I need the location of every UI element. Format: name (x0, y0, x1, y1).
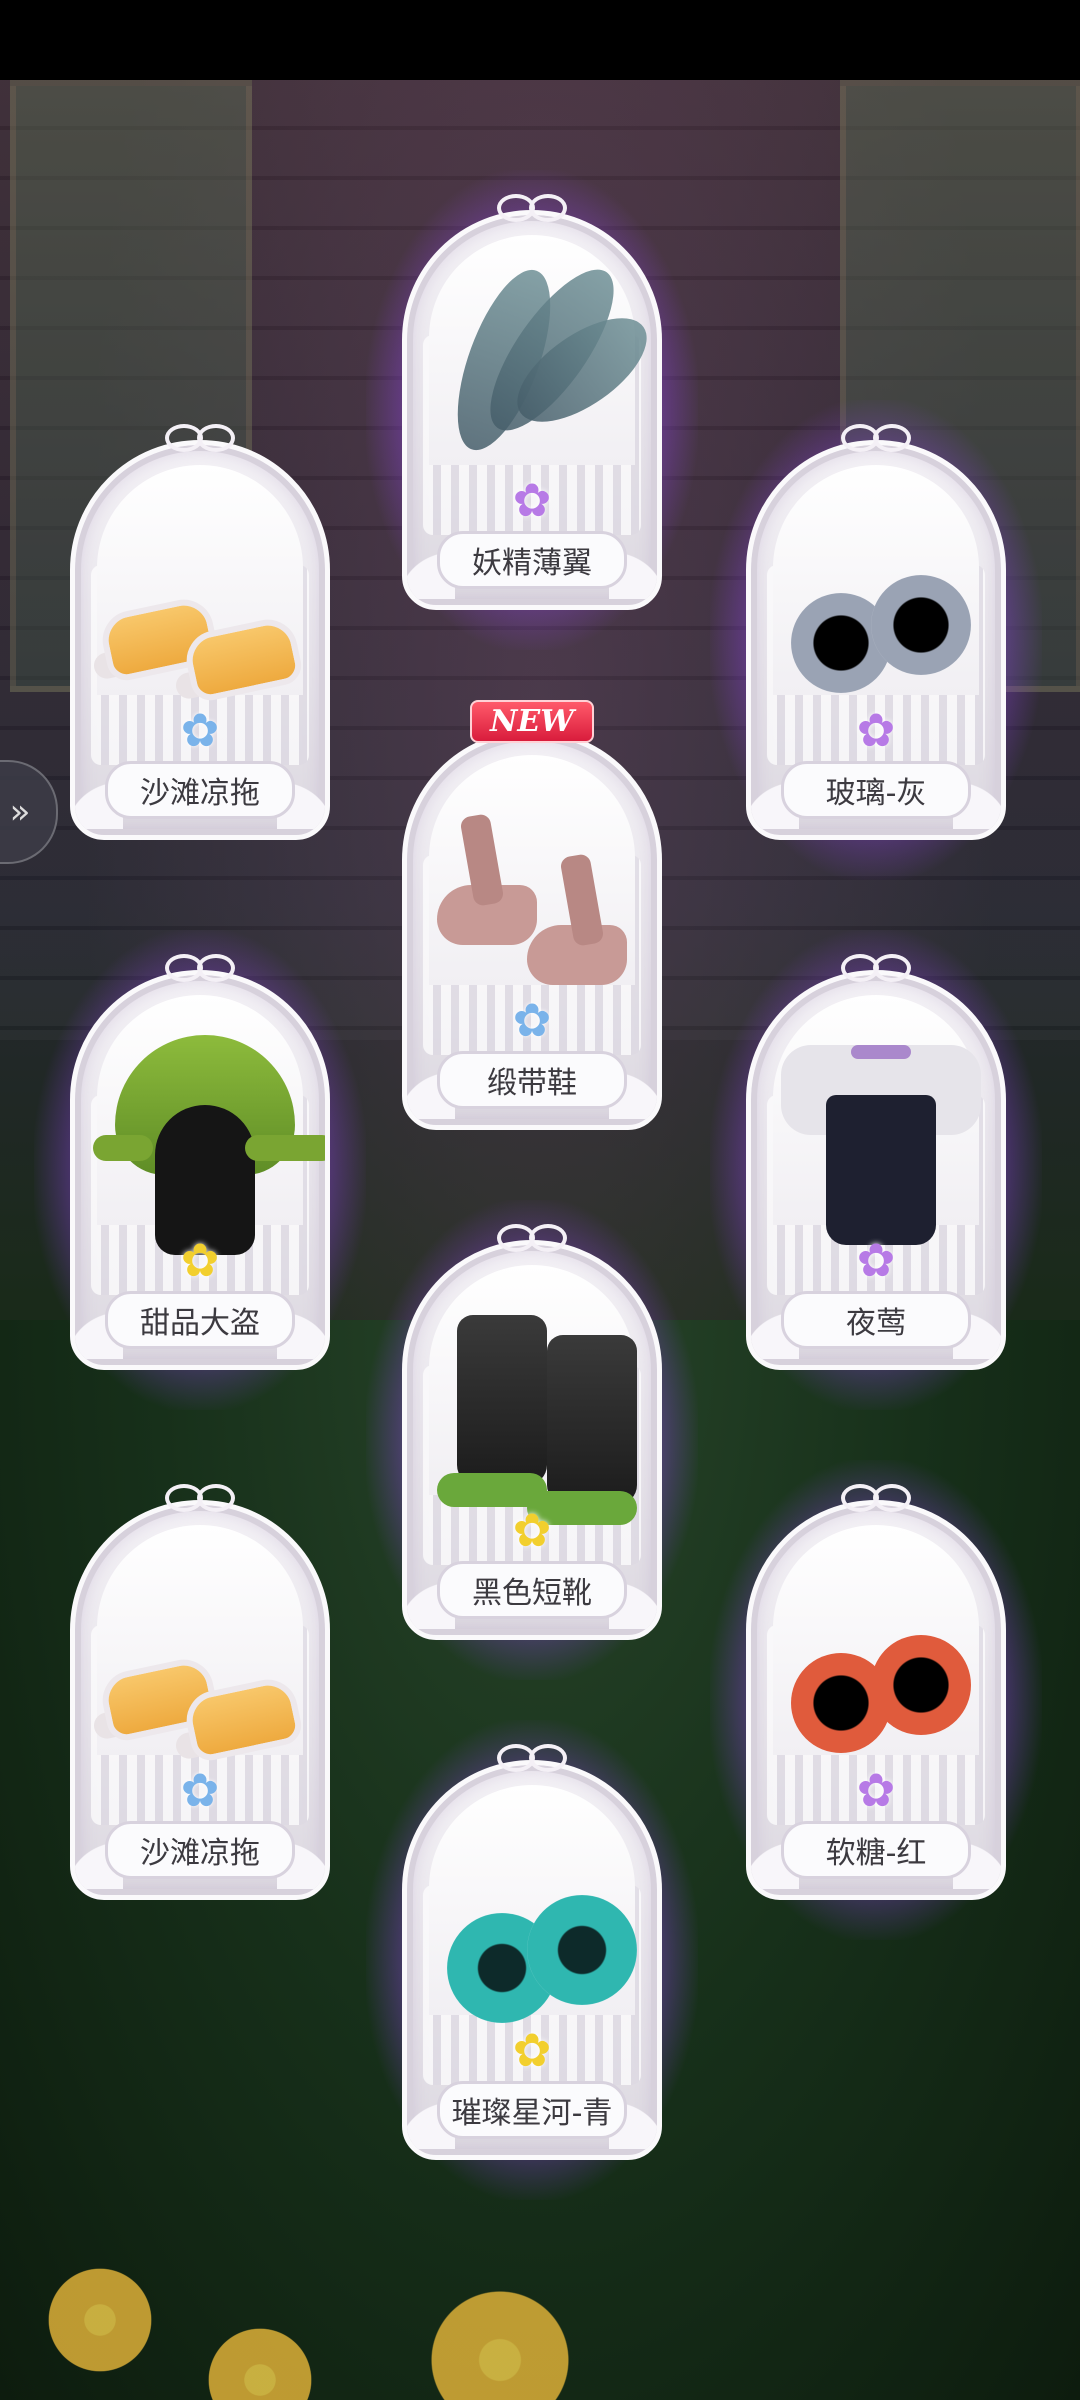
rarity-gem-icon: ✿ (512, 993, 552, 1047)
chevron-right-icon: » (9, 792, 31, 832)
reward-card-candy-red[interactable]: ✿ 软糖-红 (710, 1460, 1042, 1940)
card-frame: ✿ 黑色短靴 (402, 1240, 662, 1640)
card-frame: ✿ 甜品大盗 (70, 970, 330, 1370)
reward-screen: » ✿ 妖精薄翼 ✿ 沙滩凉拖 ✿ 玻璃-灰 ✿ 缎带鞋 NEW ✿ 甜品大盗 … (0, 0, 1080, 2400)
rarity-gem-icon: ✿ (512, 1503, 552, 1557)
rarity-gem-icon: ✿ (856, 1233, 896, 1287)
bow-ornament (497, 192, 567, 222)
rarity-gem-icon: ✿ (180, 1763, 220, 1817)
item-name-label: 沙滩凉拖 (105, 1821, 295, 1879)
reward-card-nightingale[interactable]: ✿ 夜莺 (710, 930, 1042, 1410)
card-frame: ✿ 妖精薄翼 (402, 210, 662, 610)
card-frame: ✿ 沙滩凉拖 (70, 1500, 330, 1900)
bow-ornament (841, 952, 911, 982)
item-name-label: 妖精薄翼 (437, 531, 627, 589)
rarity-gem-icon: ✿ (180, 1233, 220, 1287)
reward-card-beach-slippers[interactable]: ✿ 沙滩凉拖 (70, 424, 330, 840)
bow-ornament (841, 1482, 911, 1512)
item-image-green-wig (75, 1015, 325, 1255)
item-image-ribbon-shoes (407, 795, 657, 1015)
item-name-label: 玻璃-灰 (781, 761, 971, 819)
item-name-label: 黑色短靴 (437, 1561, 627, 1619)
rarity-gem-icon: ✿ (856, 703, 896, 757)
item-name-label: 缎带鞋 (437, 1051, 627, 1109)
reward-card-black-boots[interactable]: ✿ 黑色短靴 (366, 1200, 698, 1680)
card-frame: ✿ 软糖-红 (746, 1500, 1006, 1900)
card-frame: ✿ 璀璨星河-青 (402, 1760, 662, 2160)
status-bar (0, 0, 1080, 80)
item-image-wings (407, 245, 657, 505)
item-name-label: 软糖-红 (781, 1821, 971, 1879)
item-name-label: 夜莺 (781, 1291, 971, 1349)
reward-card-dessert-thief[interactable]: ✿ 甜品大盗 (34, 930, 366, 1410)
item-name-label: 沙滩凉拖 (105, 761, 295, 819)
reward-card-fairy-wings[interactable]: ✿ 妖精薄翼 (366, 170, 698, 650)
rarity-gem-icon: ✿ (512, 473, 552, 527)
item-image-slippers (75, 1605, 325, 1785)
item-image-boots (407, 1285, 657, 1525)
item-name-label: 甜品大盗 (105, 1291, 295, 1349)
reward-card-glass-gray[interactable]: ✿ 玻璃-灰 (710, 400, 1042, 880)
card-frame: ✿ 夜莺 (746, 970, 1006, 1370)
bow-ornament (165, 952, 235, 982)
item-name-label: 璀璨星河-青 (437, 2081, 627, 2139)
reward-card-galaxy-cyan[interactable]: ✿ 璀璨星河-青 (366, 1720, 698, 2200)
bow-ornament (841, 422, 911, 452)
item-image-slippers (75, 545, 325, 725)
background-flower (40, 2260, 160, 2380)
bow-ornament (165, 1482, 235, 1512)
bow-ornament (497, 1222, 567, 1252)
card-frame: ✿ 沙滩凉拖 (70, 440, 330, 840)
bow-ornament (497, 1742, 567, 1772)
rarity-gem-icon: ✿ (856, 1763, 896, 1817)
card-frame: ✿ 玻璃-灰 (746, 440, 1006, 840)
reward-card-beach-slippers[interactable]: ✿ 沙滩凉拖 (70, 1484, 330, 1900)
rarity-gem-icon: ✿ (512, 2023, 552, 2077)
new-badge: NEW (470, 700, 594, 743)
item-image-outfit (751, 1015, 1001, 1255)
card-frame: ✿ 缎带鞋 (402, 730, 662, 1130)
rarity-gem-icon: ✿ (180, 703, 220, 757)
bow-ornament (165, 422, 235, 452)
reward-card-ribbon-shoes[interactable]: ✿ 缎带鞋 NEW (402, 700, 662, 1130)
